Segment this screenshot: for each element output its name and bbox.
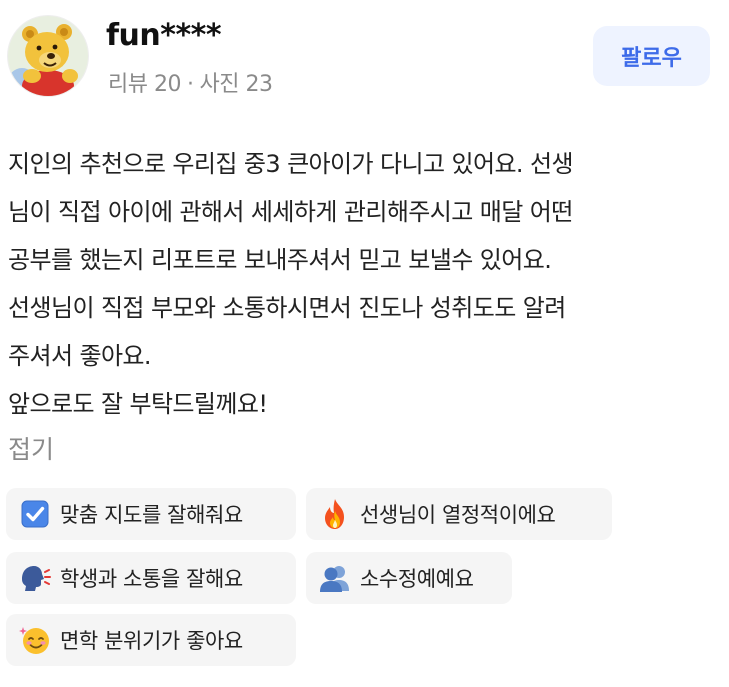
username[interactable]: fun**** xyxy=(106,18,222,53)
review-count: 리뷰 20 xyxy=(108,72,181,97)
keyword-tag: 학생과 소통을 잘해요 xyxy=(6,552,296,604)
tag-label: 학생과 소통을 잘해요 xyxy=(60,567,243,591)
follow-button[interactable]: 팔로우 xyxy=(593,26,710,86)
collapse-link[interactable]: 접기 xyxy=(8,430,54,466)
review-line: 님이 직접 아이에 관해서 세세하게 관리해주시고 매달 어떤 xyxy=(8,198,573,226)
review-line: 선생님이 직접 부모와 소통하시면서 진도나 성취도도 알려 xyxy=(8,294,566,322)
review-line: 공부를 했는지 리포트로 보내주셔서 믿고 보낼수 있어요. xyxy=(8,246,552,274)
bear-avatar-icon xyxy=(8,16,88,96)
speaking-head-icon xyxy=(18,561,52,595)
photo-count: 사진 23 xyxy=(199,72,273,97)
review-line: 주셔서 좋아요. xyxy=(8,342,152,370)
smiling-face-icon xyxy=(18,623,52,657)
review-text: 지인의 추천으로 우리집 중3 큰아이가 다니고 있어요. 선생 님이 직접 아… xyxy=(8,140,720,428)
review-line: 앞으로도 잘 부탁드릴께요! xyxy=(8,390,268,418)
keyword-tag: 소수정예예요 xyxy=(306,552,512,604)
separator: · xyxy=(186,72,194,97)
keyword-tag: 선생님이 열정적이에요 xyxy=(306,488,612,540)
keyword-tag: 맞춤 지도를 잘해줘요 xyxy=(6,488,296,540)
people-icon xyxy=(318,561,352,595)
tag-label: 맞춤 지도를 잘해줘요 xyxy=(60,503,243,527)
tag-label: 선생님이 열정적이에요 xyxy=(360,503,556,527)
tag-label: 면학 분위기가 좋아요 xyxy=(60,629,243,653)
avatar[interactable] xyxy=(8,16,88,96)
review-header: fun**** 리뷰 20 · 사진 23 팔로우 xyxy=(0,0,729,110)
fire-icon xyxy=(318,497,352,531)
user-stats: 리뷰 20 · 사진 23 xyxy=(108,66,273,98)
tag-label: 소수정예예요 xyxy=(360,567,474,591)
checkbox-icon xyxy=(18,497,52,531)
review-line: 지인의 추천으로 우리집 중3 큰아이가 다니고 있어요. 선생 xyxy=(8,150,574,178)
keyword-tag: 면학 분위기가 좋아요 xyxy=(6,614,296,666)
